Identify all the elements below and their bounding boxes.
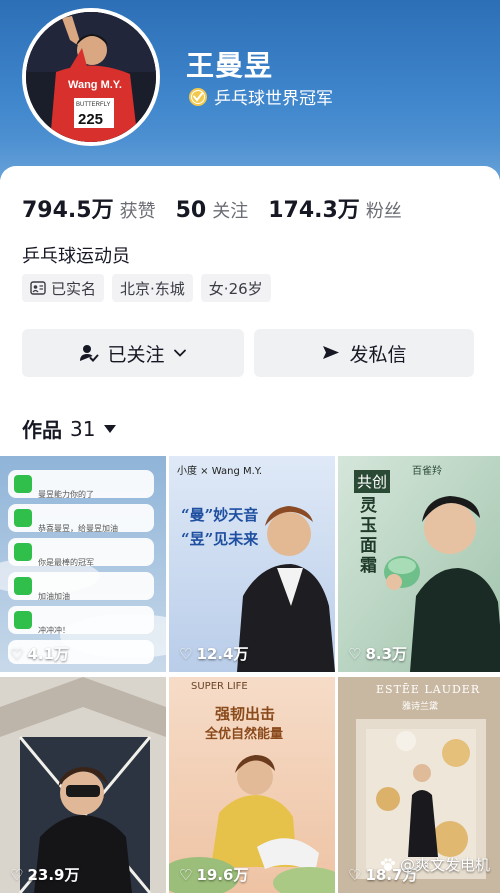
watermark-text: @爽文发电机 — [399, 856, 490, 874]
video-likes-count: 4.1万 — [27, 645, 70, 663]
video-grid: 曼昱能力你的了 恭喜曼昱，给曼昱加油 你是最棒的冠军 加油加油 冲冲冲！ ♡ 4… — [0, 456, 500, 893]
heart-outline-icon: ♡ — [348, 865, 362, 884]
triangle-down-icon — [104, 424, 117, 433]
video-likes: ♡ 12.4万 — [179, 643, 248, 664]
avatar-jersey-name: Wang M.Y. — [68, 79, 122, 91]
avatar-bib-sponsor: BUTTERFLY — [76, 102, 111, 108]
followers-label[interactable]: 粉丝 — [366, 197, 402, 223]
brand-label: SUPER LIFE — [191, 681, 248, 692]
brand-label: 百雀羚 — [412, 466, 442, 477]
video-tile[interactable]: 百雀羚 共创 灵玉面霜 ♡ 8.3万 — [338, 456, 500, 672]
bio-text: 乒乓球运动员 — [22, 246, 130, 267]
tag-location: 北京·东城 — [112, 274, 193, 302]
video-likes-count: 8.3万 — [365, 645, 408, 663]
ad-headline-2: 全优自然能量 — [205, 727, 284, 742]
video-tile[interactable]: ♡ 23.9万 — [0, 677, 166, 893]
tag-gender-age: 女·26岁 — [200, 274, 271, 302]
heart-outline-icon: ♡ — [10, 644, 24, 663]
likes-label[interactable]: 获赞 — [120, 197, 156, 223]
video-tile[interactable]: SUPER LIFE 强韧出击 全优自然能量 ♡ 19.6万 — [169, 677, 335, 893]
following-label[interactable]: 关注 — [212, 197, 248, 223]
video-thumbnail — [169, 456, 335, 672]
avatar[interactable]: Wang M.Y. BUTTERFLY 225 — [22, 8, 160, 146]
video-likes: ♡ 23.9万 — [10, 864, 79, 885]
video-tile[interactable]: 曼昱能力你的了 恭喜曼昱，给曼昱加油 你是最棒的冠军 加油加油 冲冲冲！ ♡ 4… — [0, 456, 166, 672]
ad-headline-1: 强韧出击 — [215, 705, 276, 723]
video-likes: ♡ 8.3万 — [348, 643, 407, 664]
video-likes-count: 12.4万 — [196, 645, 249, 663]
send-icon — [323, 346, 340, 359]
chat-line: 加油加油 — [38, 592, 70, 601]
tag-real-name: 已实名 — [22, 274, 105, 302]
chat-line: 你是最棒的冠军 — [38, 558, 94, 567]
verified-badge-row: 乒乓球世界冠军 — [188, 84, 333, 109]
video-likes: ♡ 19.6万 — [179, 864, 248, 885]
video-likes-count: 23.9万 — [27, 866, 80, 884]
heart-outline-icon: ♡ — [179, 865, 193, 884]
ad-headline-2: 灵玉面霜 — [360, 496, 377, 576]
tag-gender-age-label: 女·26岁 — [208, 279, 263, 298]
ad-headline-2: “昱”见未来 — [181, 530, 259, 548]
tag-real-name-label: 已实名 — [51, 279, 97, 298]
watermark: @爽文发电机 — [380, 854, 490, 875]
user-check-icon — [80, 345, 99, 362]
likes-count[interactable]: 794.5万 — [22, 192, 114, 224]
following-count[interactable]: 50 — [176, 198, 207, 223]
profile-name: 王曼昱 — [186, 49, 274, 82]
tag-location-label: 北京·东城 — [120, 279, 185, 298]
chat-line: 曼昱能力你的了 — [38, 490, 94, 499]
profile-tags: 已实名 北京·东城 女·26岁 — [22, 274, 271, 302]
verified-title: 乒乓球世界冠军 — [214, 89, 333, 109]
followers-count[interactable]: 174.3万 — [268, 192, 360, 224]
chevron-down-icon — [173, 349, 186, 357]
brand-label: ESTĒE LAUDER — [376, 683, 481, 696]
ad-headline-1: 共创 — [354, 470, 391, 493]
video-likes: ♡ 4.1万 — [10, 643, 69, 664]
heart-outline-icon: ♡ — [179, 644, 193, 663]
brand-sub-label: 雅诗兰黛 — [402, 702, 439, 712]
video-tile[interactable]: 小度 × Wang M.Y. “曼”妙天音 “昱”见未来 ♡ 12.4万 — [169, 456, 335, 672]
id-card-icon — [30, 281, 46, 295]
works-tab-count: 31 — [70, 416, 96, 441]
chat-preview-lines: 曼昱能力你的了 恭喜曼昱，给曼昱加油 你是最棒的冠军 加油加油 冲冲冲！ — [38, 478, 118, 648]
paw-icon — [380, 857, 395, 871]
works-tab-title: 作品 — [22, 418, 62, 442]
following-button[interactable]: 已关注 — [22, 329, 244, 377]
brand-label: 小度 × Wang M.Y. — [177, 466, 263, 477]
avatar-bib-number: 225 — [78, 111, 103, 128]
ad-headline-1: “曼”妙天音 — [181, 506, 259, 524]
send-message-button-label: 发私信 — [349, 343, 407, 366]
verified-badge-icon — [189, 87, 207, 106]
profile-stats: 794.5万 获赞 50 关注 174.3万 粉丝 — [22, 192, 422, 224]
heart-outline-icon: ♡ — [10, 865, 24, 884]
heart-outline-icon: ♡ — [348, 644, 362, 663]
works-tab[interactable]: 作品 31 — [22, 414, 117, 443]
chat-line: 恭喜曼昱，给曼昱加油 — [38, 524, 118, 533]
video-likes-count: 19.6万 — [196, 866, 249, 884]
following-button-label: 已关注 — [107, 343, 165, 366]
send-message-button[interactable]: 发私信 — [254, 329, 474, 377]
video-thumbnail — [0, 677, 166, 893]
